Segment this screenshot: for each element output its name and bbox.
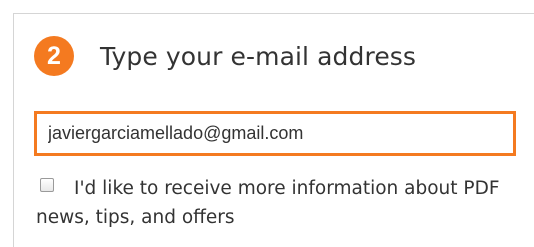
- newsletter-checkbox[interactable]: [40, 178, 54, 192]
- step-number-badge: 2: [34, 36, 74, 76]
- email-step-card: 2 Type your e-mail address I'd like to r…: [13, 13, 534, 247]
- newsletter-checkbox-label[interactable]: I'd like to receive more information abo…: [36, 174, 530, 232]
- email-input[interactable]: [34, 111, 516, 156]
- newsletter-option: I'd like to receive more information abo…: [36, 174, 530, 232]
- step-title: Type your e-mail address: [100, 41, 417, 71]
- step-header: 2 Type your e-mail address: [34, 36, 416, 76]
